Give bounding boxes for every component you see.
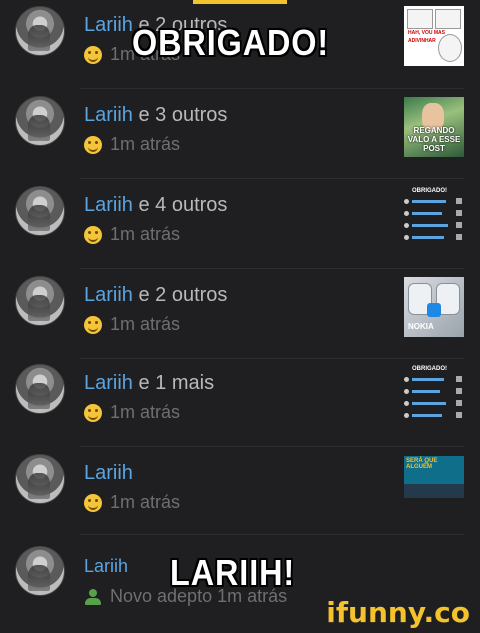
thumbnail-caption: OBRIGADO! bbox=[412, 366, 447, 372]
notification-others: e 4 outros bbox=[132, 194, 228, 216]
avatar[interactable] bbox=[15, 546, 65, 596]
notification-time: 1m atrás bbox=[110, 402, 181, 422]
notification-meta: 1m atrás bbox=[84, 402, 180, 423]
avatar[interactable] bbox=[15, 276, 65, 326]
username[interactable]: Lariih bbox=[84, 14, 133, 36]
notification-title: Lariih e 3 outros bbox=[84, 104, 227, 127]
username[interactable]: Lariih bbox=[84, 556, 128, 576]
smile-emoji-icon bbox=[84, 403, 102, 422]
notification-row[interactable]: Lariih e 4 outros 1m atrás OBRIGADO! bbox=[0, 180, 480, 270]
avatar[interactable] bbox=[15, 6, 65, 56]
list-thumbnail[interactable]: OBRIGADO! bbox=[404, 364, 464, 424]
username[interactable]: Lariih bbox=[84, 194, 133, 216]
thumbnail-caption: REGANDO VALO A ESSE POST bbox=[407, 126, 461, 153]
notification-row[interactable]: Lariih e 1 mais 1m atrás OBRIGADO! bbox=[0, 358, 480, 448]
divider bbox=[80, 268, 464, 269]
avatar[interactable] bbox=[15, 364, 65, 414]
smile-emoji-icon bbox=[84, 45, 102, 64]
notification-row[interactable]: Lariih 1m atrás SERÁ QUE ALGUÉM bbox=[0, 448, 480, 538]
smile-emoji-icon bbox=[84, 315, 102, 334]
nokia-thumbnail[interactable]: NOKIA bbox=[404, 277, 464, 337]
thumbnail-caption: NOKIA bbox=[408, 322, 434, 331]
smile-emoji-icon bbox=[84, 135, 102, 154]
notification-title: Lariih e 2 outros bbox=[84, 284, 227, 307]
notification-others: e 3 outros bbox=[132, 104, 228, 126]
username[interactable]: Lariih bbox=[84, 104, 133, 126]
new-follower-icon bbox=[84, 588, 102, 605]
avatar[interactable] bbox=[15, 96, 65, 146]
notification-title: Lariih bbox=[84, 556, 128, 577]
notification-row[interactable]: Lariih e 3 outros 1m atrás REGANDO VALO … bbox=[0, 90, 480, 180]
list-thumbnail[interactable]: OBRIGADO! bbox=[404, 186, 464, 246]
notification-meta: 1m atrás bbox=[84, 134, 180, 155]
refresh-icon bbox=[427, 303, 441, 317]
notification-time: 1m atrás bbox=[110, 492, 181, 512]
notification-time: 1m atrás bbox=[110, 314, 181, 334]
thumbnail-caption: SERÁ QUE ALGUÉM bbox=[406, 458, 438, 470]
avatar[interactable] bbox=[15, 454, 65, 504]
meme-caption-top: OBRIGADO! bbox=[132, 22, 330, 63]
username[interactable]: Lariih bbox=[84, 284, 133, 306]
post-thumbnail[interactable]: SERÁ QUE ALGUÉM bbox=[404, 456, 464, 516]
smile-emoji-icon bbox=[84, 225, 102, 244]
divider bbox=[80, 534, 464, 535]
username[interactable]: Lariih bbox=[84, 462, 133, 484]
notification-meta: 1m atrás bbox=[84, 314, 180, 335]
notification-meta: 1m atrás bbox=[84, 492, 180, 513]
notification-title: Lariih e 1 mais bbox=[84, 372, 214, 395]
meme-thumbnail[interactable]: HAH, VOU MAS ADIVINHAR bbox=[404, 6, 464, 66]
smile-emoji-icon bbox=[84, 493, 102, 512]
notification-title: Lariih e 4 outros bbox=[84, 194, 227, 217]
username[interactable]: Lariih bbox=[84, 372, 133, 394]
meme-caption-bottom: LARIIH! bbox=[170, 552, 296, 593]
notification-title: Lariih bbox=[84, 462, 133, 485]
photo-thumbnail[interactable]: REGANDO VALO A ESSE POST bbox=[404, 97, 464, 157]
divider bbox=[80, 178, 464, 179]
notification-others: e 2 outros bbox=[132, 284, 228, 306]
avatar[interactable] bbox=[15, 186, 65, 236]
notification-time: 1m atrás bbox=[110, 134, 181, 154]
notification-time: 1m atrás bbox=[110, 224, 181, 244]
notification-meta: 1m atrás bbox=[84, 224, 180, 245]
divider bbox=[80, 88, 464, 89]
thumbnail-caption: OBRIGADO! bbox=[412, 188, 447, 194]
notification-others: e 1 mais bbox=[132, 372, 215, 394]
divider bbox=[80, 446, 464, 447]
notification-row[interactable]: Lariih e 2 outros 1m atrás NOKIA bbox=[0, 270, 480, 360]
watermark: ifunny.co bbox=[326, 596, 470, 629]
